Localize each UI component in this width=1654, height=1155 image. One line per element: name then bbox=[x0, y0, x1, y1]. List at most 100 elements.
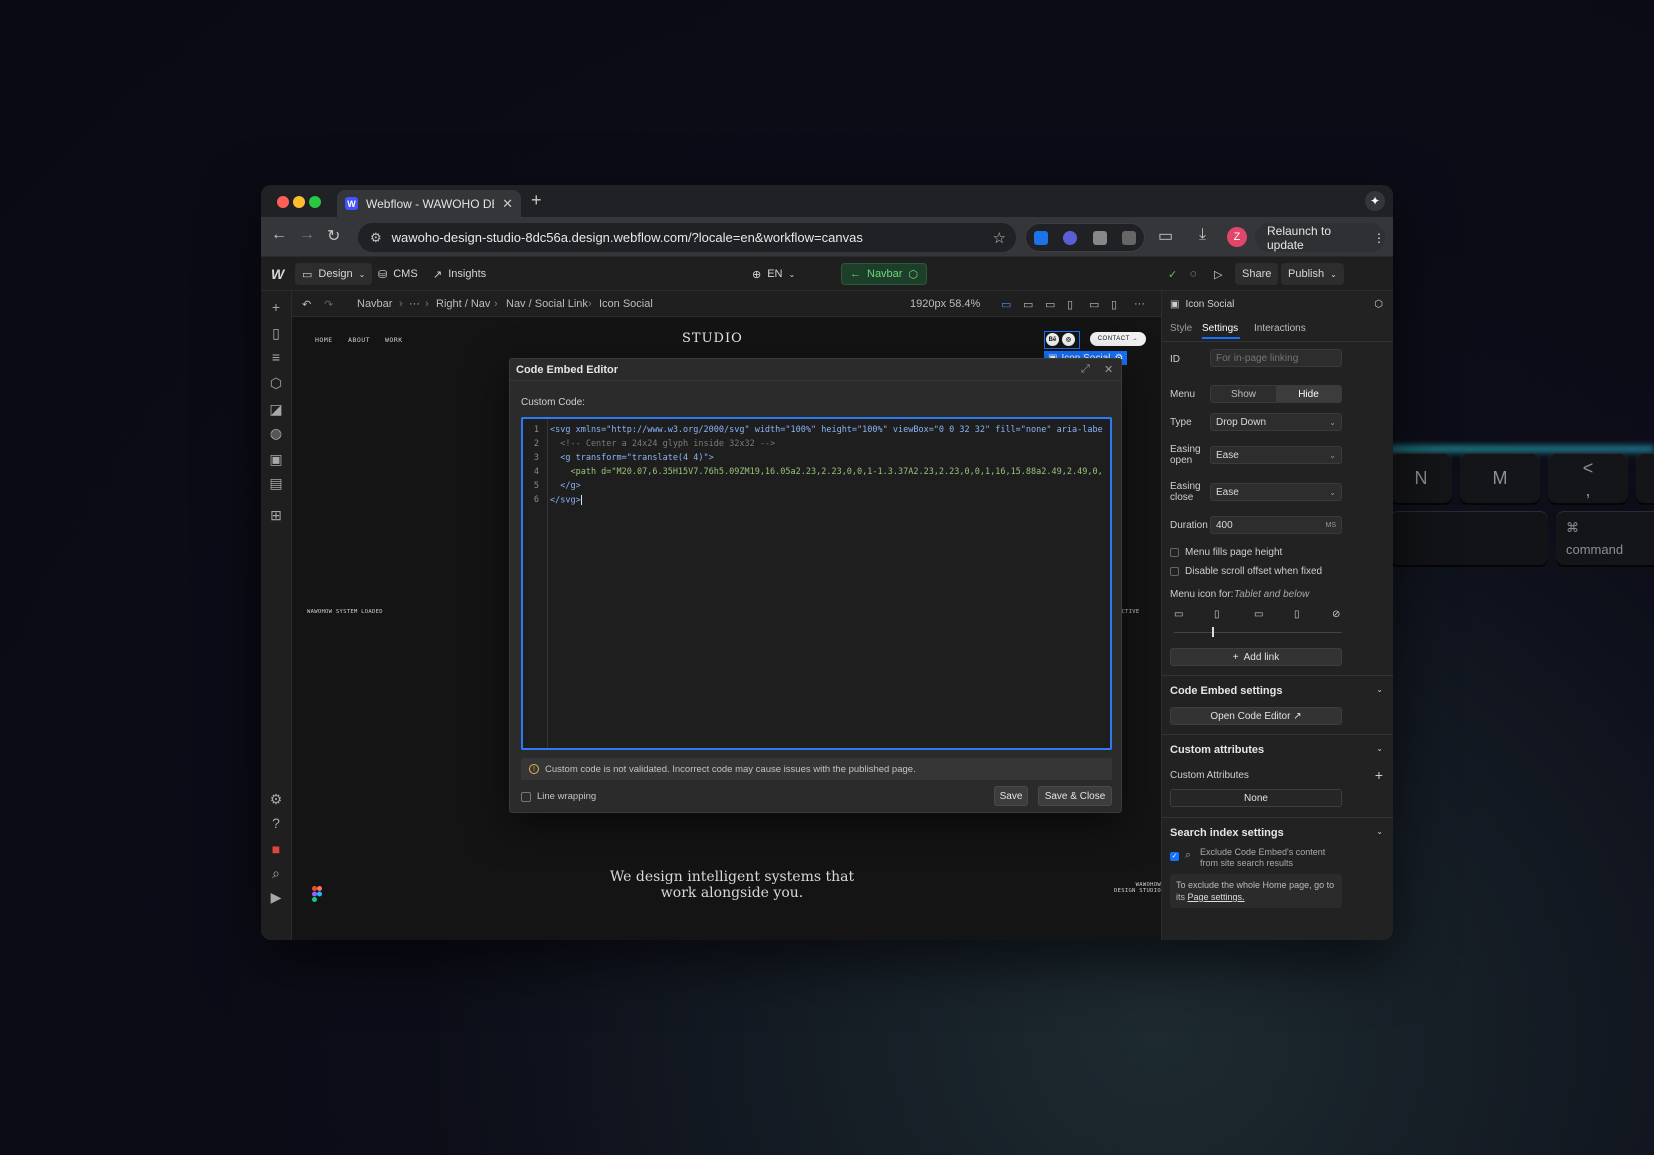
menu-hide-option[interactable]: Hide bbox=[1276, 386, 1341, 402]
styles-icon[interactable]: ◍ bbox=[268, 425, 284, 441]
share-button[interactable]: Share bbox=[1235, 263, 1279, 285]
variables-icon[interactable]: ◪ bbox=[268, 401, 284, 417]
more-options-icon[interactable]: ··· bbox=[1134, 298, 1145, 310]
tab-interactions[interactable]: Interactions bbox=[1254, 323, 1306, 334]
mobile-portrait-icon[interactable]: ▯ bbox=[1111, 298, 1117, 311]
tab-close-icon[interactable]: ✕ bbox=[502, 196, 513, 212]
redo-icon[interactable]: ↷ bbox=[324, 298, 333, 311]
webflow-logo-icon[interactable]: W bbox=[271, 266, 284, 282]
save-close-button[interactable]: Save & Close bbox=[1038, 786, 1112, 806]
gemini-sparkle-icon[interactable]: ✦ bbox=[1365, 191, 1385, 211]
add-link-button[interactable]: + Add link bbox=[1170, 648, 1342, 666]
close-window-button[interactable] bbox=[277, 196, 289, 208]
cms-button[interactable]: ⛁ CMS bbox=[371, 263, 425, 285]
code-line[interactable]: </svg> bbox=[550, 495, 582, 506]
add-attribute-plus-icon[interactable]: + bbox=[1375, 767, 1383, 783]
new-tab-icon[interactable]: + bbox=[531, 190, 542, 211]
code-line[interactable]: <svg xmlns="http://www.w3.org/2000/svg" … bbox=[550, 425, 1103, 435]
more-menu-icon[interactable]: ⋮ bbox=[1373, 231, 1385, 245]
components-icon[interactable]: ⬡ bbox=[268, 375, 284, 391]
extensions-puzzle-icon[interactable] bbox=[1122, 230, 1137, 245]
close-icon[interactable]: ✕ bbox=[1104, 363, 1113, 376]
code-embed-settings-heading[interactable]: Code Embed settings bbox=[1170, 685, 1282, 697]
code-line[interactable]: <path d="M20.07,6.35H15V7.76h5.09ZM19,16… bbox=[550, 467, 1102, 477]
save-button[interactable]: Save bbox=[994, 786, 1028, 806]
page-settings-link[interactable]: Page settings. bbox=[1188, 892, 1245, 902]
navigator-icon[interactable]: ≡ bbox=[268, 349, 284, 365]
code-line[interactable]: <g transform="translate(4 4)"> bbox=[550, 453, 714, 463]
breadcrumb-item[interactable]: Nav / Social Link bbox=[506, 298, 588, 310]
search-index-heading[interactable]: Search index settings bbox=[1170, 827, 1284, 839]
menu-fills-checkbox[interactable] bbox=[1170, 548, 1179, 557]
site-nav-work[interactable]: WORK bbox=[385, 336, 403, 344]
breadcrumb-item[interactable]: Right / Nav bbox=[436, 298, 490, 310]
undo-icon[interactable]: ↶ bbox=[302, 298, 311, 311]
site-nav-about[interactable]: ABOUT bbox=[348, 336, 370, 344]
address-bar[interactable]: ⚙ wawoho-design-studio-8dc56a.design.web… bbox=[358, 223, 1016, 252]
browser-tab[interactable]: W Webflow - WAWOHO DESIGN ✕ bbox=[337, 190, 521, 217]
relaunch-button[interactable]: Relaunch to update ⋮ bbox=[1255, 223, 1385, 252]
menu-toggle[interactable]: Show Hide bbox=[1210, 385, 1342, 403]
viewport-size[interactable]: 1920px 58.4% bbox=[910, 298, 980, 310]
extension-camera-icon[interactable] bbox=[1092, 230, 1107, 245]
site-logo[interactable]: STUDIO bbox=[682, 331, 743, 346]
menu-show-option[interactable]: Show bbox=[1211, 386, 1276, 402]
back-icon[interactable]: ← bbox=[271, 226, 287, 244]
record-icon[interactable]: ■ bbox=[268, 841, 284, 857]
duration-input[interactable]: 400 MS bbox=[1210, 516, 1342, 534]
tablet-icon[interactable]: ▯ bbox=[1067, 298, 1073, 311]
design-mode-button[interactable]: ▭ Design ⌄ bbox=[295, 263, 373, 285]
eye-off-icon[interactable]: ⊘ bbox=[1332, 609, 1340, 620]
mobile-portrait-icon[interactable]: ▯ bbox=[1294, 609, 1300, 620]
breakpoint-slider-track[interactable] bbox=[1174, 632, 1342, 633]
code-editor[interactable]: 1 2 3 4 5 6 <svg xmlns="http://www.w3.or… bbox=[521, 417, 1112, 750]
type-select[interactable]: Drop Down ⌄ bbox=[1210, 413, 1342, 431]
add-breakpoint-icon[interactable]: ▭ bbox=[1045, 298, 1055, 311]
apps-icon[interactable]: ⊞ bbox=[268, 507, 284, 523]
cms-book-icon[interactable]: ▤ bbox=[268, 475, 284, 491]
large-breakpoint-icon[interactable]: ▭ bbox=[1023, 298, 1033, 311]
chevron-down-icon[interactable]: ⌄ bbox=[1376, 744, 1383, 753]
hero-heading[interactable]: We design intelligent systems that work … bbox=[592, 869, 872, 901]
tab-settings[interactable]: Settings bbox=[1202, 323, 1238, 334]
mobile-landscape-icon[interactable]: ▭ bbox=[1254, 609, 1263, 620]
minimize-window-button[interactable] bbox=[293, 196, 305, 208]
chevron-down-icon[interactable]: ⌄ bbox=[1376, 827, 1383, 836]
tab-style[interactable]: Style bbox=[1170, 323, 1192, 334]
exclude-search-checkbox[interactable]: ✓ bbox=[1170, 852, 1179, 861]
mobile-landscape-icon[interactable]: ▭ bbox=[1089, 298, 1099, 311]
locale-selector[interactable]: ⊕ EN ⌄ bbox=[745, 263, 802, 285]
line-wrapping-checkbox[interactable] bbox=[521, 791, 531, 802]
design-canvas[interactable]: HOME ABOUT WORK STUDIO Bē ◎ CONTACT → ▣ … bbox=[292, 317, 1161, 940]
assets-icon[interactable]: ▣ bbox=[268, 451, 284, 467]
add-element-icon[interactable]: + bbox=[268, 299, 284, 315]
desktop-icon[interactable]: ▭ bbox=[1174, 609, 1183, 620]
contact-button[interactable]: CONTACT → bbox=[1090, 332, 1146, 346]
easing-close-select[interactable]: Ease ⌄ bbox=[1210, 483, 1342, 501]
code-line[interactable]: <!-- Center a 24x24 glyph inside 32x32 -… bbox=[550, 439, 775, 449]
settings-gear-icon[interactable]: ⚙ bbox=[268, 791, 284, 807]
comments-icon[interactable]: ◌ bbox=[1183, 263, 1204, 285]
maximize-window-button[interactable] bbox=[309, 196, 321, 208]
reload-icon[interactable]: ↻ bbox=[327, 226, 340, 246]
cast-icon[interactable]: ▭ bbox=[1158, 226, 1173, 246]
preview-play-icon[interactable]: ▷ bbox=[1207, 263, 1229, 285]
breadcrumb-item[interactable]: ··· bbox=[409, 298, 420, 310]
extension-play-icon[interactable] bbox=[1033, 230, 1048, 245]
easing-open-select[interactable]: Ease ⌄ bbox=[1210, 446, 1342, 464]
video-icon[interactable]: ▶ bbox=[268, 889, 284, 905]
insights-button[interactable]: ↗ Insights bbox=[426, 263, 493, 285]
component-settings-icon[interactable]: ⬡ bbox=[1374, 299, 1383, 310]
desktop-breakpoint-icon[interactable]: ▭ bbox=[1001, 298, 1011, 311]
breadcrumb-item[interactable]: Navbar bbox=[357, 298, 392, 310]
site-settings-icon[interactable]: ⚙ bbox=[370, 230, 382, 246]
figma-icon[interactable] bbox=[312, 886, 322, 902]
url-text[interactable]: wawoho-design-studio-8dc56a.design.webfl… bbox=[392, 230, 863, 245]
disable-scroll-checkbox[interactable] bbox=[1170, 567, 1179, 576]
id-input[interactable] bbox=[1210, 349, 1342, 367]
pages-icon[interactable]: ▯ bbox=[268, 325, 284, 341]
publish-button[interactable]: Publish ⌄ bbox=[1281, 263, 1344, 285]
custom-attributes-heading[interactable]: Custom attributes bbox=[1170, 744, 1264, 756]
help-icon[interactable]: ? bbox=[268, 815, 284, 831]
expand-icon[interactable]: ⤢ bbox=[1081, 363, 1090, 376]
